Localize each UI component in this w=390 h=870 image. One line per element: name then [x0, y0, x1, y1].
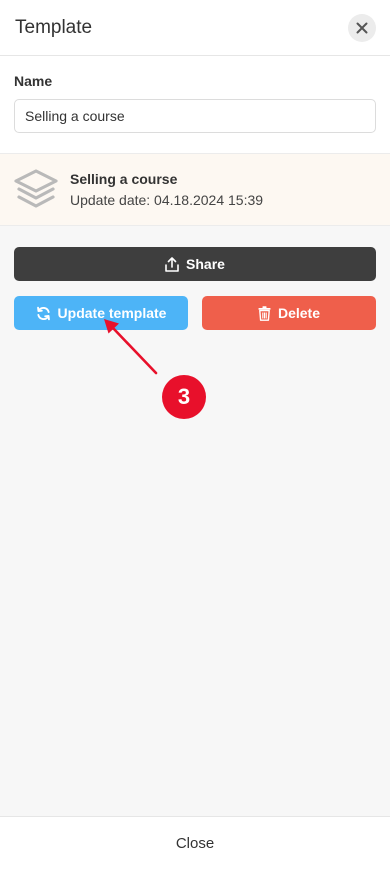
delete-label: Delete — [277, 305, 321, 321]
panel-footer: Close — [0, 816, 390, 870]
panel-header: Template — [0, 0, 390, 56]
close-icon — [356, 22, 368, 34]
close-icon-button[interactable] — [348, 14, 376, 42]
step-badge: 3 — [162, 375, 206, 419]
template-update-date: Update date: 04.18.2024 15:39 — [70, 192, 264, 208]
share-label: Share — [186, 256, 225, 272]
name-label: Name — [14, 73, 53, 89]
refresh-icon — [36, 306, 50, 320]
update-template-label: Update template — [57, 305, 167, 321]
template-info-card: Selling a course Update date: 04.18.2024… — [0, 154, 390, 226]
layers-icon — [14, 169, 58, 208]
name-input[interactable] — [14, 99, 376, 133]
share-button[interactable]: Share — [14, 247, 376, 281]
close-button[interactable]: Close — [176, 835, 214, 852]
name-section: Name — [0, 56, 390, 154]
update-template-button[interactable]: Update template — [14, 296, 188, 330]
delete-button[interactable]: Delete — [202, 296, 376, 330]
template-panel: Template Name Selling a course Update da… — [0, 0, 390, 870]
panel-title: Template — [15, 17, 93, 38]
template-title: Selling a course — [70, 171, 178, 187]
trash-icon — [258, 305, 271, 321]
share-icon — [165, 256, 179, 272]
